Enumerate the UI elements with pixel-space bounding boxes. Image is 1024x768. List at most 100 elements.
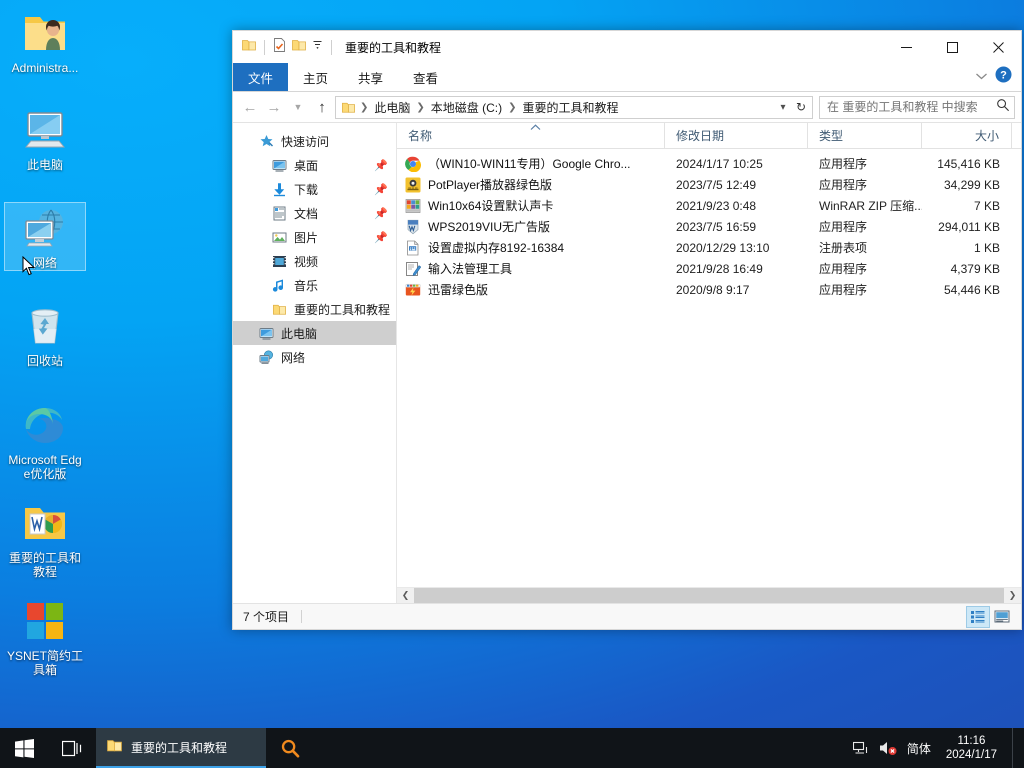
search-icon[interactable]: [996, 98, 1010, 117]
sidebar-item-desktop[interactable]: 桌面 📌: [233, 153, 396, 177]
window-titlebar[interactable]: 重要的工具和教程: [233, 31, 1021, 63]
pin-icon[interactable]: 📌: [374, 231, 388, 244]
table-row[interactable]: WPS2019VIU无广告版 2023/7/5 16:59 应用程序 294,0…: [397, 216, 1021, 237]
column-header-type[interactable]: 类型: [808, 123, 922, 148]
view-mode-buttons[interactable]: [966, 605, 1021, 628]
ribbon-tab-1[interactable]: 主页: [288, 63, 343, 91]
file-list-pane[interactable]: 名称 修改日期 类型 大小 （WIN10-WIN11专用）Google Chro...…: [397, 123, 1021, 604]
taskbar[interactable]: 重要的工具和教程 简体 11:16 2024/1/17: [0, 728, 1024, 768]
search-button[interactable]: [266, 728, 314, 768]
sidebar-item-pictures[interactable]: 图片 📌: [233, 225, 396, 249]
breadcrumb-separator[interactable]: ❯: [359, 102, 369, 113]
folder-icon[interactable]: [241, 37, 257, 58]
desktop-icon-microsoft-edge[interactable]: Microsoft Edge优化版: [5, 400, 85, 481]
scrollbar-thumb[interactable]: [414, 587, 1004, 604]
ribbon-tabbar[interactable]: 文件 主页 共享 查看?: [233, 63, 1021, 92]
table-row[interactable]: 迅雷绿色版 2020/9/8 9:17 应用程序 54,446 KB: [397, 279, 1021, 300]
sidebar-item-tools-folder[interactable]: 重要的工具和教程: [233, 297, 396, 321]
desktop-icon-administrator-folder[interactable]: Administra...: [5, 8, 85, 75]
file-name-cell[interactable]: Win10x64设置默认声卡: [397, 197, 665, 214]
volume-muted-icon[interactable]: [879, 740, 898, 756]
desktop-icon-tools-tutorials-folder[interactable]: 重要的工具和教程: [5, 498, 85, 579]
navigation-pane[interactable]: 快速访问 桌面 📌 下载 📌 文档 📌 图片 📌 视频 音乐 重要的工具和教程 此电脑 网络: [233, 123, 397, 603]
file-name-cell[interactable]: 迅雷绿色版: [397, 281, 665, 298]
desktop-icon-ysnet-toolbox[interactable]: YSNET简约工具箱: [5, 596, 85, 677]
sidebar-item-documents[interactable]: 文档 📌: [233, 201, 396, 225]
recent-locations-icon[interactable]: ▼: [287, 95, 309, 119]
ribbon-tab-0[interactable]: 文件: [233, 63, 289, 91]
refresh-icon[interactable]: ↻: [792, 100, 810, 114]
large-icons-view-button[interactable]: [991, 607, 1013, 627]
chevron-left-icon[interactable]: ❮: [397, 588, 414, 604]
sidebar-item-videos[interactable]: 视频: [233, 249, 396, 273]
ribbon-tab-2[interactable]: 共享: [343, 63, 398, 91]
download-icon: [270, 180, 288, 198]
pin-icon[interactable]: 📌: [374, 159, 388, 172]
new-folder-icon[interactable]: [291, 37, 307, 58]
taskbar-clock[interactable]: 11:16 2024/1/17: [940, 734, 1003, 762]
chevron-right-icon[interactable]: ❯: [1004, 588, 1021, 604]
task-view-button[interactable]: [48, 728, 96, 768]
file-name-cell[interactable]: PotPlayer播放器绿色版: [397, 176, 665, 193]
taskbar-item-explorer[interactable]: 重要的工具和教程: [96, 728, 266, 768]
minimize-button[interactable]: [883, 31, 929, 63]
file-explorer-window[interactable]: 重要的工具和教程 文件 主页 共享 查看? ← → ▼ ↑ ❯ 此电脑 ❯ 本地磁盘 (C:…: [232, 30, 1022, 630]
customize-qat-dropdown-icon[interactable]: [311, 38, 324, 56]
sidebar-item-quick-access[interactable]: 快速访问: [233, 129, 396, 153]
forward-arrow-icon[interactable]: →: [263, 95, 285, 119]
close-button[interactable]: [975, 31, 1021, 63]
ime-indicator[interactable]: 简体: [907, 740, 931, 757]
ribbon-tab-3[interactable]: 查看: [398, 63, 453, 91]
ribbon-right-controls[interactable]: ?: [975, 63, 1021, 91]
chevron-down-icon[interactable]: [975, 68, 988, 86]
desktop[interactable]: Administra... 此电脑 网络 回收站 Microsoft Edge优化版 重要…: [0, 0, 1024, 768]
table-row[interactable]: Win10x64设置默认声卡 2021/9/23 0:48 WinRAR ZIP…: [397, 195, 1021, 216]
breadcrumb-item-1[interactable]: 本地磁盘 (C:): [427, 98, 506, 117]
pin-icon[interactable]: 📌: [374, 183, 388, 196]
sidebar-item-downloads[interactable]: 下载 📌: [233, 177, 396, 201]
breadcrumb-item-2[interactable]: 重要的工具和教程: [519, 98, 623, 117]
file-name-cell[interactable]: 输入法管理工具: [397, 260, 665, 277]
breadcrumb-separator[interactable]: ❯: [507, 102, 517, 113]
maximize-button[interactable]: [929, 31, 975, 63]
table-row[interactable]: （WIN10-WIN11专用）Google Chro... 2024/1/17 …: [397, 153, 1021, 174]
table-row[interactable]: PotPlayer播放器绿色版 2023/7/5 12:49 应用程序 34,2…: [397, 174, 1021, 195]
file-name-cell[interactable]: 设置虚拟内存8192-16384: [397, 239, 665, 256]
table-row[interactable]: 设置虚拟内存8192-16384 2020/12/29 13:10 注册表项 1…: [397, 237, 1021, 258]
start-button[interactable]: [0, 728, 48, 768]
show-desktop-button[interactable]: [1012, 728, 1018, 768]
horizontal-scrollbar[interactable]: ❮ ❯: [397, 587, 1021, 604]
search-box[interactable]: [819, 95, 1015, 119]
window-controls[interactable]: [883, 31, 1021, 63]
column-headers[interactable]: 名称 修改日期 类型 大小: [397, 123, 1021, 149]
search-input[interactable]: [827, 100, 996, 114]
sidebar-item-music[interactable]: 音乐: [233, 273, 396, 297]
breadcrumb-separator[interactable]: ❯: [415, 102, 425, 113]
file-rows[interactable]: （WIN10-WIN11专用）Google Chro... 2024/1/17 …: [397, 149, 1021, 587]
address-bar-row[interactable]: ← → ▼ ↑ ❯ 此电脑 ❯ 本地磁盘 (C:) ❯ 重要的工具和教程 ▾ ↻: [233, 92, 1021, 122]
properties-icon[interactable]: [272, 37, 287, 58]
desktop-icon-recycle-bin[interactable]: 回收站: [5, 301, 85, 368]
sidebar-item-this-pc[interactable]: 此电脑: [233, 321, 396, 345]
desktop-icon-label: Microsoft Edge优化版: [8, 453, 82, 481]
help-icon[interactable]: ?: [995, 66, 1012, 88]
breadcrumb-item-0[interactable]: 此电脑: [370, 98, 414, 117]
pin-icon[interactable]: 📌: [374, 207, 388, 220]
file-name-cell[interactable]: （WIN10-WIN11专用）Google Chro...: [397, 155, 665, 172]
back-arrow-icon[interactable]: ←: [239, 95, 261, 119]
star-pin-icon: [257, 132, 275, 150]
table-row[interactable]: 输入法管理工具 2021/9/28 16:49 应用程序 4,379 KB: [397, 258, 1021, 279]
up-arrow-icon[interactable]: ↑: [311, 95, 333, 119]
quick-access-toolbar[interactable]: [233, 31, 335, 63]
file-name-cell[interactable]: WPS2019VIU无广告版: [397, 218, 665, 235]
chevron-down-icon[interactable]: ▾: [775, 102, 791, 113]
column-header-size[interactable]: 大小: [922, 123, 1012, 148]
details-view-button[interactable]: [966, 605, 990, 628]
sidebar-item-network[interactable]: 网络: [233, 345, 396, 369]
desktop-icon-network[interactable]: 网络: [4, 202, 86, 271]
network-tray-icon[interactable]: [852, 741, 870, 756]
desktop-icon-this-pc[interactable]: 此电脑: [5, 105, 85, 172]
breadcrumb[interactable]: ❯ 此电脑 ❯ 本地磁盘 (C:) ❯ 重要的工具和教程 ▾ ↻: [335, 95, 813, 119]
system-tray[interactable]: 简体 11:16 2024/1/17: [852, 728, 1024, 768]
column-header-date[interactable]: 修改日期: [665, 123, 808, 148]
